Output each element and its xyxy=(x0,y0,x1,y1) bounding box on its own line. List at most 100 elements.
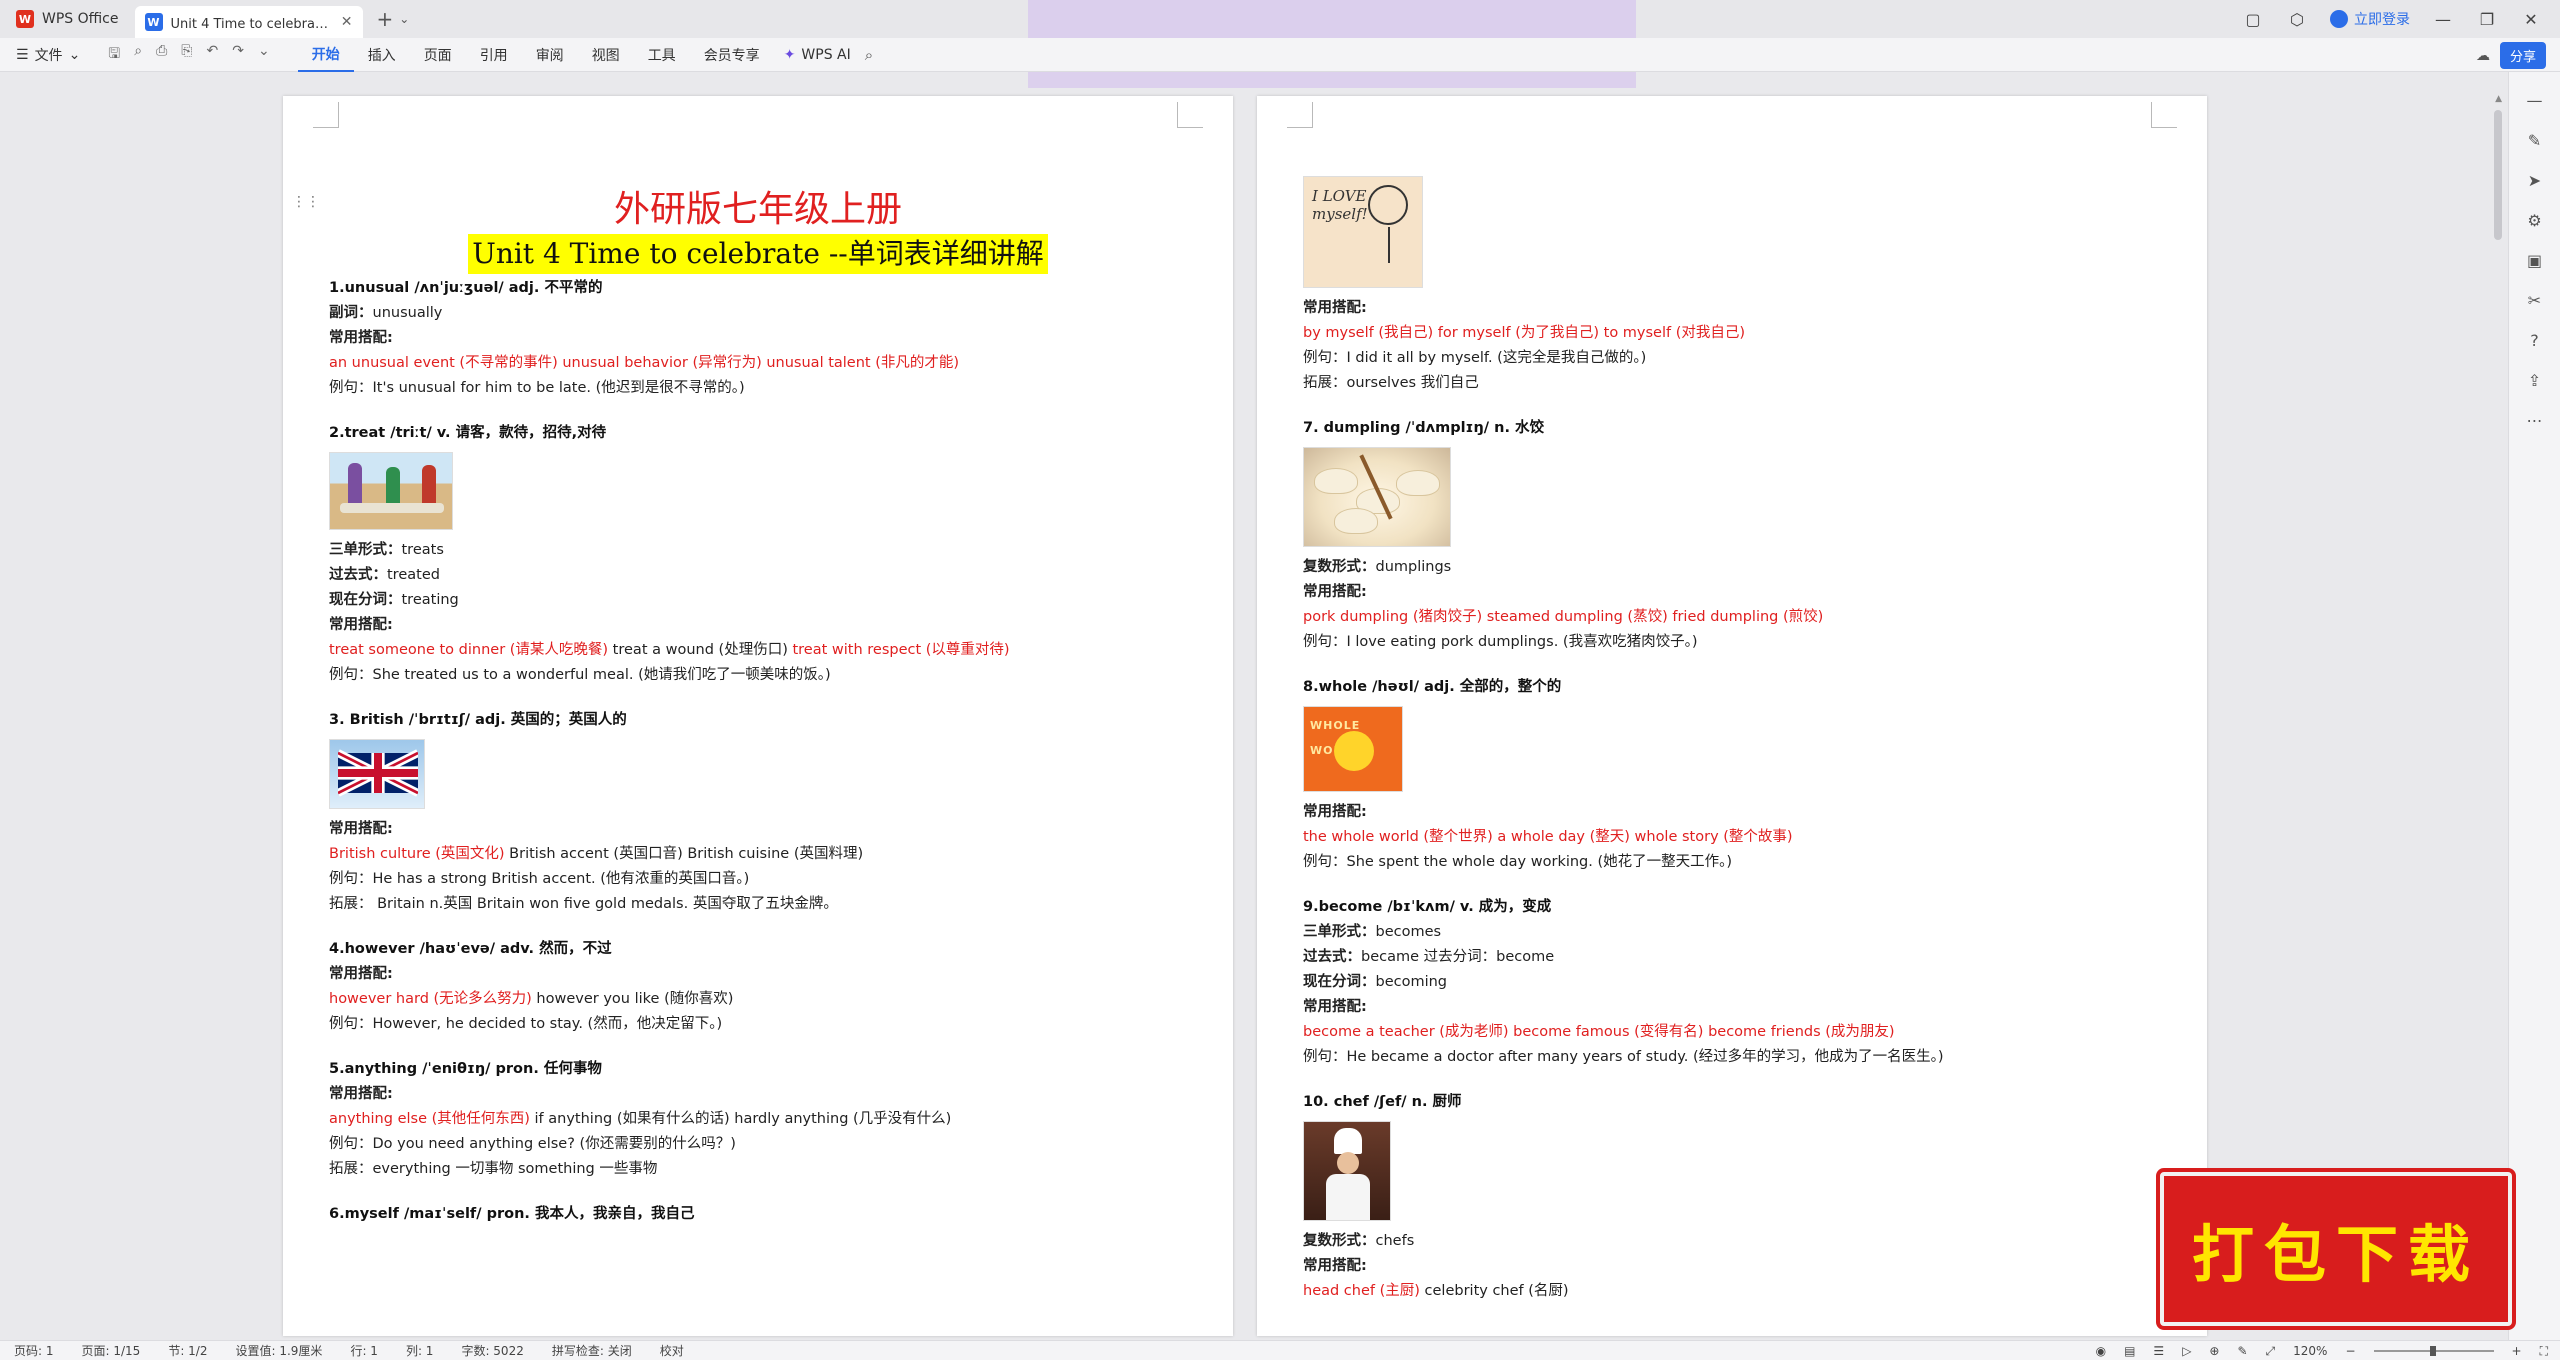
hamburger-icon: ☰ xyxy=(16,46,29,63)
help-icon[interactable]: ? xyxy=(2524,330,2546,352)
edit-icon[interactable]: ✎ xyxy=(2237,1344,2247,1358)
entry-label: 复数形式： xyxy=(1303,1233,1376,1249)
collapse-icon[interactable]: — xyxy=(2524,90,2546,112)
pen-icon[interactable]: ✎ xyxy=(2524,130,2546,152)
wps-home-tab[interactable]: W WPS Office xyxy=(0,0,135,38)
entry-line: 复数形式：chefs xyxy=(1303,1229,2163,1254)
extension: 拓展：everything 一切事物 something 一些事物 xyxy=(329,1161,658,1177)
share-out-icon[interactable]: ⇪ xyxy=(2524,370,2546,392)
entry-text: became 过去分词：become xyxy=(1361,949,1555,965)
search-icon[interactable]: ⌕ xyxy=(865,46,873,64)
collocation-red: however hard (无论多么努力) xyxy=(329,991,532,1007)
collocations: treat someone to dinner (请某人吃晚餐) treat a… xyxy=(329,638,1189,663)
find-icon[interactable]: ⌕ xyxy=(134,43,142,67)
page-corner-mark xyxy=(2151,102,2177,128)
eye-icon[interactable]: ◉ xyxy=(2096,1344,2106,1358)
status-page[interactable]: 页面: 1/15 xyxy=(68,1342,155,1359)
download-package-button[interactable]: 打包下载 xyxy=(2160,1172,2512,1326)
print-preview-icon[interactable]: ⎘ xyxy=(181,43,192,67)
tab-member[interactable]: 会员专享 xyxy=(690,38,774,72)
right-sidebar: — ✎ ➤ ⚙ ▣ ✂ ? ⇪ ⋯ xyxy=(2508,72,2560,1342)
entry-line: 三单形式：treats xyxy=(329,538,1189,563)
example-sentence: 例句：He has a strong British accent. (他有浓重… xyxy=(329,871,750,887)
layout-icon[interactable]: ▢ xyxy=(2242,10,2264,29)
more-chevron-icon[interactable]: ⌄ xyxy=(258,43,270,67)
status-section[interactable]: 节: 1/2 xyxy=(154,1342,221,1359)
collocations: an unusual event (不寻常的事件) unusual behavi… xyxy=(329,355,960,371)
save-icon[interactable]: 🖫 xyxy=(108,43,120,67)
status-proofread[interactable]: 校对 xyxy=(646,1342,698,1359)
tab-insert[interactable]: 插入 xyxy=(354,38,410,72)
vocab-entry: 10. chef /ʃef/ n. 厨师 复数形式：chefs 常用搭配: he… xyxy=(1303,1090,2163,1304)
collocation-red: treat with respect (以尊重对待) xyxy=(792,642,1010,658)
image-icon[interactable]: ▣ xyxy=(2524,250,2546,272)
redo-icon[interactable]: ↷ xyxy=(232,43,244,67)
settings-sliders-icon[interactable]: ⚙ xyxy=(2524,210,2546,232)
entry-label: 三单形式： xyxy=(329,542,402,558)
ribbon-right: ☁ 分享 xyxy=(2476,42,2546,69)
status-page-code[interactable]: 页码: 1 xyxy=(0,1342,68,1359)
status-spell-check[interactable]: 拼写检查: 关闭 xyxy=(538,1342,646,1359)
status-row: 行: 1 xyxy=(350,1344,378,1358)
document-page-2[interactable]: I LOVE myself! 常用搭配: by myself (我自己) for… xyxy=(1257,96,2207,1336)
page-corner-mark xyxy=(1177,102,1203,128)
close-window-icon[interactable]: ✕ xyxy=(2520,10,2542,29)
page-corner-mark xyxy=(313,102,339,128)
entry-text: chefs xyxy=(1375,1233,1415,1249)
new-tab-icon[interactable]: + xyxy=(377,7,394,31)
entry-line: 过去式：became 过去分词：become xyxy=(1303,945,2163,970)
close-tab-icon[interactable]: ✕ xyxy=(341,14,353,30)
document-page-1[interactable]: ⋮⋮ 外研版七年级上册 Unit 4 Time to celebrate --单… xyxy=(283,96,1233,1336)
vertical-scrollbar[interactable] xyxy=(2494,110,2502,240)
zoom-out-icon[interactable]: − xyxy=(2345,1344,2355,1358)
print-icon[interactable]: ⎙ xyxy=(156,43,167,67)
wps-ai-button[interactable]: ✦ WPS AI xyxy=(784,47,851,63)
collocation-red: British culture (英国文化) xyxy=(329,846,505,862)
fit-icon[interactable]: ⤢ xyxy=(2266,1344,2276,1359)
select-cursor-icon[interactable]: ➤ xyxy=(2524,170,2546,192)
zoom-level[interactable]: 120% xyxy=(2293,1344,2327,1358)
status-setting[interactable]: 设置值: 1.9厘米 xyxy=(221,1342,336,1359)
zoom-slider[interactable] xyxy=(2373,1346,2494,1356)
restore-icon[interactable]: ❐ xyxy=(2476,10,2498,29)
collocation-black: treat a wound (处理伤口) xyxy=(608,642,793,658)
login-label: 立即登录 xyxy=(2354,12,2410,28)
extension: 拓展：ourselves 我们自己 xyxy=(1303,375,1479,391)
vocab-entry: 6.myself /maɪˈself/ pron. 我本人，我亲自，我自己 xyxy=(329,1202,1189,1227)
undo-icon[interactable]: ↶ xyxy=(206,43,218,67)
tab-tools[interactable]: 工具 xyxy=(634,38,690,72)
web-view-icon[interactable]: ⊕ xyxy=(2209,1344,2219,1358)
entry-heading: 3. British /ˈbrɪtɪʃ/ adj. 英国的；英国人的 xyxy=(329,712,627,728)
scroll-up-arrow-icon[interactable]: ▲ xyxy=(2495,94,2502,104)
example-sentence: 例句：He became a doctor after many years o… xyxy=(1303,1049,1944,1065)
vocab-entry: 8.whole /həʊl/ adj. 全部的，整个的 WHOLE WORLD … xyxy=(1303,675,2163,875)
minimize-icon[interactable]: — xyxy=(2432,10,2454,29)
status-word-count[interactable]: 字数: 5022 xyxy=(447,1342,537,1359)
chevron-down-icon[interactable]: ⌄ xyxy=(399,12,409,26)
fullscreen-icon[interactable]: ⛶ xyxy=(2540,1344,2548,1359)
page-view-icon[interactable]: ▤ xyxy=(2124,1344,2135,1358)
cloud-sync-icon[interactable]: ☁ xyxy=(2476,48,2490,64)
tab-page[interactable]: 页面 xyxy=(410,38,466,72)
status-col: 列: 1 xyxy=(405,1344,434,1358)
more-icon[interactable]: ⋯ xyxy=(2524,410,2546,432)
tools-icon[interactable]: ✂ xyxy=(2524,290,2546,312)
collocation-black: however you like (随你喜欢) xyxy=(531,991,734,1007)
share-button[interactable]: 分享 xyxy=(2499,42,2546,69)
login-button[interactable]: 立即登录 xyxy=(2330,9,2410,29)
document-tab[interactable]: W Unit 4 Time to celebrate 单词表详细讲解 ✕ xyxy=(134,6,363,38)
vocab-entry: 常用搭配: by myself (我自己) for myself (为了我自己)… xyxy=(1303,296,2163,396)
outline-view-icon[interactable]: ☰ xyxy=(2153,1344,2164,1358)
file-menu-button[interactable]: ☰ 文件 ⌄ xyxy=(0,45,96,65)
play-icon[interactable]: ▷ xyxy=(2182,1344,2191,1358)
document-tab-title: Unit 4 Time to celebrate 单词表详细讲解 xyxy=(170,16,333,32)
zoom-in-icon[interactable]: + xyxy=(2512,1344,2522,1358)
tab-view[interactable]: 视图 xyxy=(578,38,634,72)
entry-text: dumplings xyxy=(1375,559,1452,575)
tab-review[interactable]: 审阅 xyxy=(522,38,578,72)
zoom-slider-knob[interactable] xyxy=(2429,1346,2436,1356)
vocab-entry: 7. dumpling /ˈdʌmplɪŋ/ n. 水饺 复数形式：dumpli… xyxy=(1303,416,2163,655)
tab-home[interactable]: 开始 xyxy=(297,38,354,72)
tab-references[interactable]: 引用 xyxy=(466,38,522,72)
cube-icon[interactable]: ⬡ xyxy=(2286,10,2308,29)
